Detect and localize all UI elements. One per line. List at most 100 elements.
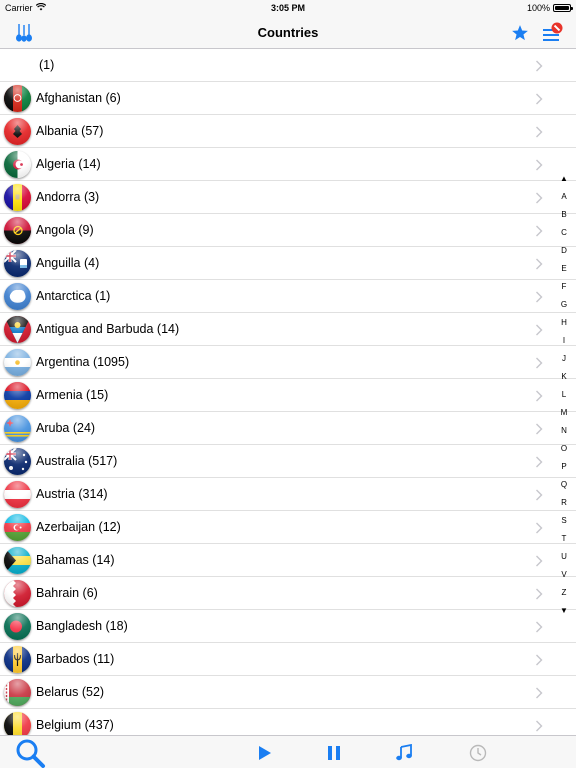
flag-icon [4, 118, 31, 145]
pause-icon[interactable] [321, 740, 347, 766]
index-letter[interactable]: K [556, 368, 572, 386]
index-letter[interactable]: Q [556, 476, 572, 494]
chevron-right-icon [535, 257, 543, 270]
alphabet-index[interactable]: ▲ A B C D E F G H I J K L M N O P Q R S T U V Z ▼ [556, 170, 572, 620]
index-letter[interactable]: E [556, 260, 572, 278]
flag-icon [4, 481, 31, 508]
chevron-right-icon [535, 455, 543, 468]
chevron-right-icon [535, 620, 543, 633]
list-item-label: Barbados (11) [36, 652, 115, 666]
list-item[interactable]: Bahamas (14) [0, 544, 576, 577]
status-bar: Carrier 3:05 PM 100% [0, 0, 576, 16]
flag-icon [4, 679, 31, 706]
index-letter[interactable]: P [556, 458, 572, 476]
flag-icon [4, 547, 31, 574]
battery-icon [553, 4, 573, 12]
list-item[interactable]: Azerbaijan (12) [0, 511, 576, 544]
index-letter[interactable]: C [556, 224, 572, 242]
list-item[interactable]: Armenia (15) [0, 379, 576, 412]
chevron-right-icon [535, 653, 543, 666]
flag-icon [4, 316, 31, 343]
list-item-label: Bangladesh (18) [36, 619, 128, 633]
flag-icon [4, 514, 31, 541]
list-item-label: Andorra (3) [36, 190, 100, 204]
list-item-label: Australia (517) [36, 454, 118, 468]
chevron-right-icon [535, 323, 543, 336]
list-item-label: Aruba (24) [36, 421, 96, 435]
index-letter[interactable]: I [556, 332, 572, 350]
list-item[interactable]: Antarctica (1) [0, 280, 576, 313]
search-icon[interactable] [14, 737, 46, 768]
index-letter[interactable]: J [556, 350, 572, 368]
list-item[interactable]: Barbados (11) [0, 643, 576, 676]
chevron-right-icon [535, 422, 543, 435]
flag-icon [4, 217, 31, 244]
index-letter[interactable]: H [556, 314, 572, 332]
list-item[interactable]: Belgium (437) [0, 709, 576, 735]
chevron-right-icon [535, 488, 543, 501]
chevron-right-icon [535, 356, 543, 369]
chevron-right-icon [535, 125, 543, 138]
index-letter[interactable]: B [556, 206, 572, 224]
menu-badge-icon[interactable] [541, 21, 565, 45]
list-item-label: Belarus (52) [36, 685, 105, 699]
list-item[interactable]: Afghanistan (6) [0, 82, 576, 115]
chevron-right-icon [535, 290, 543, 303]
index-letter[interactable]: G [556, 296, 572, 314]
play-icon[interactable] [252, 740, 278, 766]
list-item[interactable]: Australia (517) [0, 445, 576, 478]
list-item[interactable]: Austria (314) [0, 478, 576, 511]
flag-icon [4, 85, 31, 112]
navigation-bar: Countries [0, 16, 576, 49]
flag-icon [4, 283, 31, 310]
index-scroll-down[interactable]: ▼ [556, 602, 572, 620]
chevron-right-icon [535, 521, 543, 534]
list-item[interactable]: Albania (57) [0, 115, 576, 148]
star-icon[interactable] [508, 21, 532, 45]
list-item[interactable]: Aruba (24) [0, 412, 576, 445]
list-item[interactable]: (1) [0, 49, 576, 82]
list-item-label: Antigua and Barbuda (14) [36, 322, 180, 336]
index-letter[interactable]: D [556, 242, 572, 260]
list-item[interactable]: Antigua and Barbuda (14) [0, 313, 576, 346]
clock-icon[interactable] [465, 740, 491, 766]
list-item[interactable]: Bangladesh (18) [0, 610, 576, 643]
list-item-label: Bahamas (14) [36, 553, 115, 567]
flag-icon [4, 382, 31, 409]
flag-icon [4, 646, 31, 673]
index-letter[interactable]: R [556, 494, 572, 512]
country-list[interactable]: (1) Afghanistan (6) Albania (57) Algeria (1… [0, 49, 576, 735]
list-item[interactable]: Algeria (14) [0, 148, 576, 181]
list-item[interactable]: Belarus (52) [0, 676, 576, 709]
list-item-label: Antarctica (1) [36, 289, 111, 303]
index-letter[interactable]: Z [556, 584, 572, 602]
list-item-label: Azerbaijan (12) [36, 520, 121, 534]
chevron-right-icon [535, 686, 543, 699]
page-title: Countries [257, 25, 319, 40]
list-item[interactable]: Bahrain (6) [0, 577, 576, 610]
list-item-label: Bahrain (6) [36, 586, 98, 600]
index-letter[interactable]: L [556, 386, 572, 404]
index-letter[interactable]: S [556, 512, 572, 530]
index-letter[interactable]: T [556, 530, 572, 548]
list-item[interactable]: Argentina (1095) [0, 346, 576, 379]
flag-icon [4, 415, 31, 442]
index-scroll-up[interactable]: ▲ [556, 170, 572, 188]
list-item[interactable]: Andorra (3) [0, 181, 576, 214]
index-letter[interactable]: M [556, 404, 572, 422]
battery-percent: 100% [526, 3, 550, 13]
list-item-label: Armenia (15) [36, 388, 109, 402]
list-item[interactable]: Angola (9) [0, 214, 576, 247]
chevron-right-icon [535, 59, 543, 72]
index-letter[interactable]: U [556, 548, 572, 566]
index-letter[interactable]: N [556, 422, 572, 440]
music-note-icon[interactable] [391, 740, 417, 766]
index-letter[interactable]: O [556, 440, 572, 458]
index-letter[interactable]: V [556, 566, 572, 584]
chevron-right-icon [535, 224, 543, 237]
index-letter[interactable]: F [556, 278, 572, 296]
index-letter[interactable]: A [556, 188, 572, 206]
chevron-right-icon [535, 191, 543, 204]
status-time: 3:05 PM [270, 3, 305, 13]
list-item[interactable]: Anguilla (4) [0, 247, 576, 280]
